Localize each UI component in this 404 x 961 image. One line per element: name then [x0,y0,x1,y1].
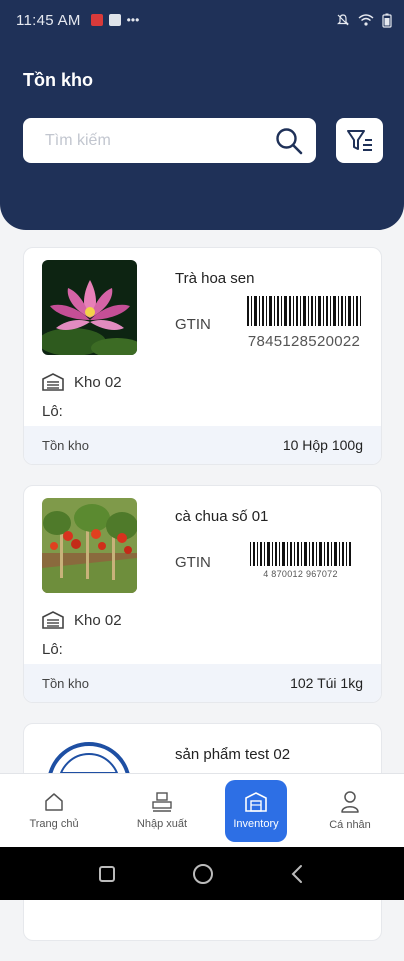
inventory-icon [245,791,267,812]
warehouse-name: Kho 02 [74,611,122,629]
page-title: Tồn kho [23,70,93,90]
header: Tồn kho [0,40,404,230]
barcode-digits: 7845128520022 [247,333,361,350]
nav-home[interactable]: Trang chủ [9,780,99,842]
status-right [336,13,392,28]
gtin-label: GTIN [175,554,211,571]
warehouse-name: Kho 02 [74,373,122,391]
product-name: Trà hoa sen [175,270,255,287]
gtin-label: GTIN [175,316,211,333]
search-box[interactable] [23,118,316,163]
product-image-lotus [42,260,137,355]
stock-bar: Tồn kho 102 Túi 1kg [24,664,381,702]
barcode-image [249,542,351,566]
notification-icons: ••• [90,13,140,27]
back-icon[interactable] [289,864,307,884]
nav-inventory[interactable]: Inventory [225,779,287,842]
import-export-icon [152,791,172,812]
person-icon [341,790,359,813]
search-input[interactable] [45,131,274,150]
stock-label: Tồn kho [42,437,89,453]
barcode-image [247,296,361,326]
product-name: sản phẩm test 02 [175,746,291,763]
nav-import-export-label: Nhập xuất [136,817,188,830]
gallery-notification-icon [108,14,121,26]
inventory-card[interactable]: Trà hoa sen GTIN 7845128520022 Kho 02 Lô… [23,247,382,465]
warehouse-row: Kho 02 [42,373,122,391]
stock-value: 10 Hộp 100g [282,437,363,453]
bottom-nav: Trang chủ Nhập xuất Inventory Cá nhân [0,773,404,847]
stock-value: 102 Túi 1kg [290,675,363,691]
filter-icon [346,129,372,151]
filter-button[interactable] [336,118,383,163]
card-info: Kho 02 Lô: [24,365,381,427]
lot-label: Lô: [42,641,63,658]
status-time: 11:45 AM [16,11,81,29]
nav-personal-label: Cá nhân [329,818,371,831]
inventory-card[interactable]: cà chua số 01 GTIN 4 870012 967072 Kho 0… [23,485,382,703]
search-icon[interactable] [274,126,304,156]
more-notifications-icon: ••• [126,13,140,27]
status-bar: 11:45 AM ••• [0,0,404,40]
wifi-icon [358,14,374,26]
stock-bar: Tồn kho 10 Hộp 100g [24,426,381,464]
card-info: Kho 02 Lô: [24,603,381,665]
battery-icon [382,13,392,28]
nav-home-label: Trang chủ [29,817,79,830]
nav-import-export[interactable]: Nhập xuất [117,780,207,842]
recent-apps-icon[interactable] [97,864,117,884]
stock-label: Tồn kho [42,675,89,691]
barcode-digits: 4 870012 967072 [263,569,338,579]
warehouse-row: Kho 02 [42,611,122,629]
home-button-icon[interactable] [191,862,215,886]
barcode: 7845128520022 [245,296,363,350]
product-name: cà chua số 01 [175,508,269,525]
barcode: 4 870012 967072 [238,542,363,579]
nav-inventory-label: Inventory [233,817,279,830]
product-image-tomato [42,498,137,593]
app-notification-icon [90,14,103,26]
warehouse-icon [42,373,64,391]
lot-label: Lô: [42,403,63,420]
nav-personal[interactable]: Cá nhân [305,780,395,842]
home-icon [45,792,63,811]
system-nav-bar [0,847,404,900]
mute-icon [337,14,349,26]
warehouse-icon [42,611,64,629]
